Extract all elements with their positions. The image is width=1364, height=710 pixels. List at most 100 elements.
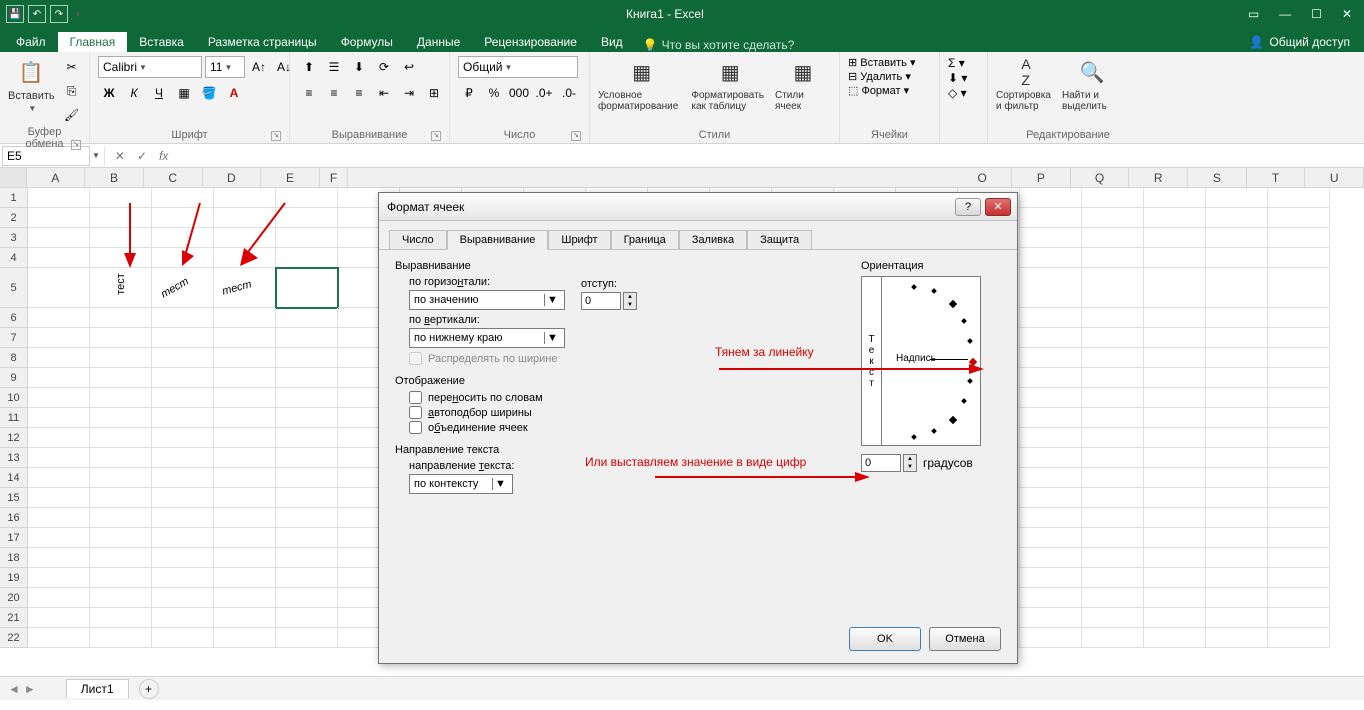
row-header[interactable]: 10 bbox=[0, 388, 28, 408]
cell[interactable] bbox=[152, 408, 214, 428]
cell[interactable] bbox=[1206, 408, 1268, 428]
cell[interactable] bbox=[152, 188, 214, 208]
cell[interactable] bbox=[28, 528, 90, 548]
dialog-launcher-icon[interactable]: ↘ bbox=[571, 131, 581, 141]
cell[interactable] bbox=[1268, 408, 1330, 428]
cell[interactable] bbox=[1268, 368, 1330, 388]
cell[interactable] bbox=[28, 608, 90, 628]
row-header[interactable]: 13 bbox=[0, 448, 28, 468]
currency-icon[interactable]: ₽ bbox=[458, 82, 480, 104]
cell[interactable] bbox=[28, 248, 90, 268]
cell[interactable] bbox=[1020, 568, 1082, 588]
tab-home[interactable]: Главная bbox=[58, 32, 128, 52]
cell[interactable] bbox=[1268, 428, 1330, 448]
row-header[interactable]: 15 bbox=[0, 488, 28, 508]
cell[interactable] bbox=[1020, 308, 1082, 328]
align-middle-icon[interactable]: ☰ bbox=[323, 56, 345, 78]
tab-file[interactable]: Файл bbox=[4, 32, 58, 52]
cell[interactable] bbox=[1144, 348, 1206, 368]
tab-data[interactable]: Данные bbox=[405, 32, 472, 52]
cell[interactable] bbox=[1020, 468, 1082, 488]
wrap-text-checkbox[interactable] bbox=[409, 391, 422, 404]
cell[interactable] bbox=[1206, 328, 1268, 348]
cell[interactable] bbox=[152, 588, 214, 608]
cell[interactable] bbox=[90, 428, 152, 448]
cell[interactable] bbox=[1020, 388, 1082, 408]
cell[interactable] bbox=[1082, 628, 1144, 648]
insert-cells-button[interactable]: ⊞ Вставить ▾ bbox=[848, 56, 916, 69]
cell[interactable] bbox=[28, 388, 90, 408]
redo-icon[interactable]: ↷ bbox=[50, 5, 68, 23]
col-header[interactable]: F bbox=[320, 168, 348, 187]
col-header[interactable]: C bbox=[144, 168, 203, 187]
row-header[interactable]: 14 bbox=[0, 468, 28, 488]
cell[interactable] bbox=[214, 208, 276, 228]
cell[interactable] bbox=[1020, 268, 1082, 308]
cell[interactable] bbox=[1144, 588, 1206, 608]
cell[interactable] bbox=[1206, 248, 1268, 268]
font-size-combo[interactable]: 11▼ bbox=[205, 56, 245, 78]
cell[interactable] bbox=[214, 228, 276, 248]
cell[interactable] bbox=[28, 468, 90, 488]
cell[interactable] bbox=[1144, 508, 1206, 528]
comma-icon[interactable]: 000 bbox=[508, 82, 530, 104]
cell[interactable] bbox=[1206, 548, 1268, 568]
cell[interactable] bbox=[152, 248, 214, 268]
cell[interactable] bbox=[152, 208, 214, 228]
select-all-corner[interactable] bbox=[0, 168, 27, 187]
cell[interactable] bbox=[152, 628, 214, 648]
horizontal-align-select[interactable]: по значению▼ bbox=[409, 290, 565, 310]
cell[interactable] bbox=[1020, 548, 1082, 568]
cell[interactable] bbox=[152, 608, 214, 628]
cell[interactable] bbox=[1206, 628, 1268, 648]
cell[interactable] bbox=[276, 248, 338, 268]
row-header[interactable]: 22 bbox=[0, 628, 28, 648]
cell[interactable] bbox=[1082, 468, 1144, 488]
cell[interactable] bbox=[152, 348, 214, 368]
cell[interactable] bbox=[1268, 628, 1330, 648]
ok-button[interactable]: OK bbox=[849, 627, 921, 651]
col-header[interactable]: S bbox=[1188, 168, 1247, 187]
cell[interactable] bbox=[28, 308, 90, 328]
cell[interactable] bbox=[214, 628, 276, 648]
cell[interactable] bbox=[1268, 488, 1330, 508]
cell[interactable] bbox=[276, 468, 338, 488]
enter-formula-icon[interactable]: ✓ bbox=[131, 149, 153, 163]
row-header[interactable]: 12 bbox=[0, 428, 28, 448]
cell[interactable] bbox=[90, 328, 152, 348]
wrap-text-icon[interactable]: ↩ bbox=[398, 56, 420, 78]
dialog-titlebar[interactable]: Формат ячеек ? ✕ bbox=[379, 193, 1017, 221]
sort-filter-button[interactable]: AZСортировка и фильтр bbox=[996, 56, 1056, 112]
cell[interactable] bbox=[276, 388, 338, 408]
cell[interactable] bbox=[1144, 528, 1206, 548]
format-as-table-button[interactable]: ▦Форматировать как таблицу bbox=[691, 56, 769, 112]
cell[interactable] bbox=[1144, 608, 1206, 628]
cell[interactable] bbox=[214, 308, 276, 328]
cell[interactable] bbox=[1020, 448, 1082, 468]
cell[interactable] bbox=[1144, 468, 1206, 488]
cell[interactable] bbox=[276, 328, 338, 348]
cell[interactable] bbox=[1020, 248, 1082, 268]
col-header[interactable]: B bbox=[85, 168, 144, 187]
cell[interactable] bbox=[276, 588, 338, 608]
cell[interactable] bbox=[1144, 208, 1206, 228]
cell[interactable] bbox=[28, 628, 90, 648]
cell[interactable] bbox=[90, 468, 152, 488]
cell[interactable] bbox=[1144, 368, 1206, 388]
cell[interactable] bbox=[90, 348, 152, 368]
cell[interactable] bbox=[1206, 448, 1268, 468]
row-header[interactable]: 5 bbox=[0, 268, 28, 308]
cancel-button[interactable]: Отмена bbox=[929, 627, 1001, 651]
align-right-icon[interactable]: ≡ bbox=[348, 82, 370, 104]
row-header[interactable]: 8 bbox=[0, 348, 28, 368]
cell[interactable] bbox=[276, 608, 338, 628]
row-header[interactable]: 1 bbox=[0, 188, 28, 208]
format-cells-button[interactable]: ⬚ Формат ▾ bbox=[848, 84, 909, 97]
col-header[interactable]: P bbox=[1012, 168, 1071, 187]
cell[interactable] bbox=[214, 528, 276, 548]
dlg-tab-fill[interactable]: Заливка bbox=[679, 230, 747, 250]
cell[interactable] bbox=[1082, 188, 1144, 208]
cell[interactable] bbox=[1206, 508, 1268, 528]
autosum-icon[interactable]: Σ ▾ bbox=[948, 56, 965, 70]
dialog-launcher-icon[interactable]: ↘ bbox=[71, 140, 81, 150]
